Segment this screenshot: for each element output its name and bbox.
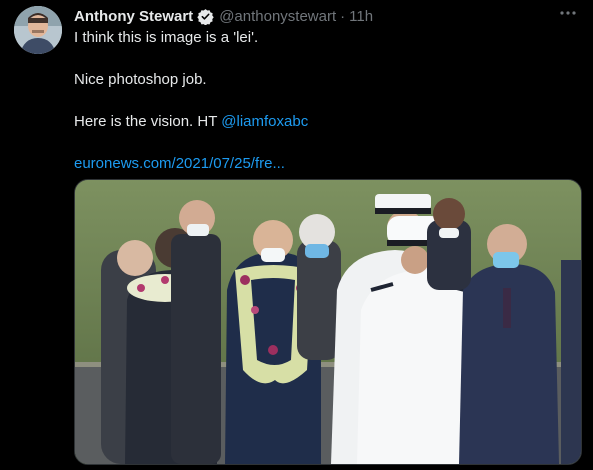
url-link[interactable]: euronews.com/2021/07/25/fre... xyxy=(74,155,285,172)
tweet-line-5-text: Here is the vision. HT xyxy=(74,113,222,130)
photo-image xyxy=(75,180,581,464)
tweet-line-4 xyxy=(74,90,574,111)
avatar-image xyxy=(14,6,62,54)
verified-badge-icon xyxy=(197,8,214,25)
tweet-line-5: Here is the vision. HT @liamfoxabc xyxy=(74,111,574,132)
author-name[interactable]: Anthony Stewart xyxy=(74,8,193,25)
author-avatar[interactable] xyxy=(14,6,62,54)
tweet-line-7: euronews.com/2021/07/25/fre... xyxy=(74,153,574,174)
tweet-line-2 xyxy=(74,48,574,69)
tweet-media-photo[interactable] xyxy=(74,179,582,465)
header-separator: · xyxy=(340,7,346,25)
more-horizontal-icon[interactable] xyxy=(559,4,577,22)
tweet-header: Anthony Stewart @anthonystewart · 11h xyxy=(74,6,577,26)
tweet-line-3: Nice photoshop job. xyxy=(74,71,207,88)
tweet-text: I think this is image is a 'lei'. Nice p… xyxy=(74,27,574,174)
mention-link[interactable]: @liamfoxabc xyxy=(221,113,308,130)
author-handle[interactable]: @anthonystewart xyxy=(219,8,336,25)
tweet-timestamp[interactable]: 11h xyxy=(349,8,373,25)
tweet-line-6 xyxy=(74,132,574,153)
tweet-line-1: I think this is image is a 'lei'. xyxy=(74,29,259,46)
